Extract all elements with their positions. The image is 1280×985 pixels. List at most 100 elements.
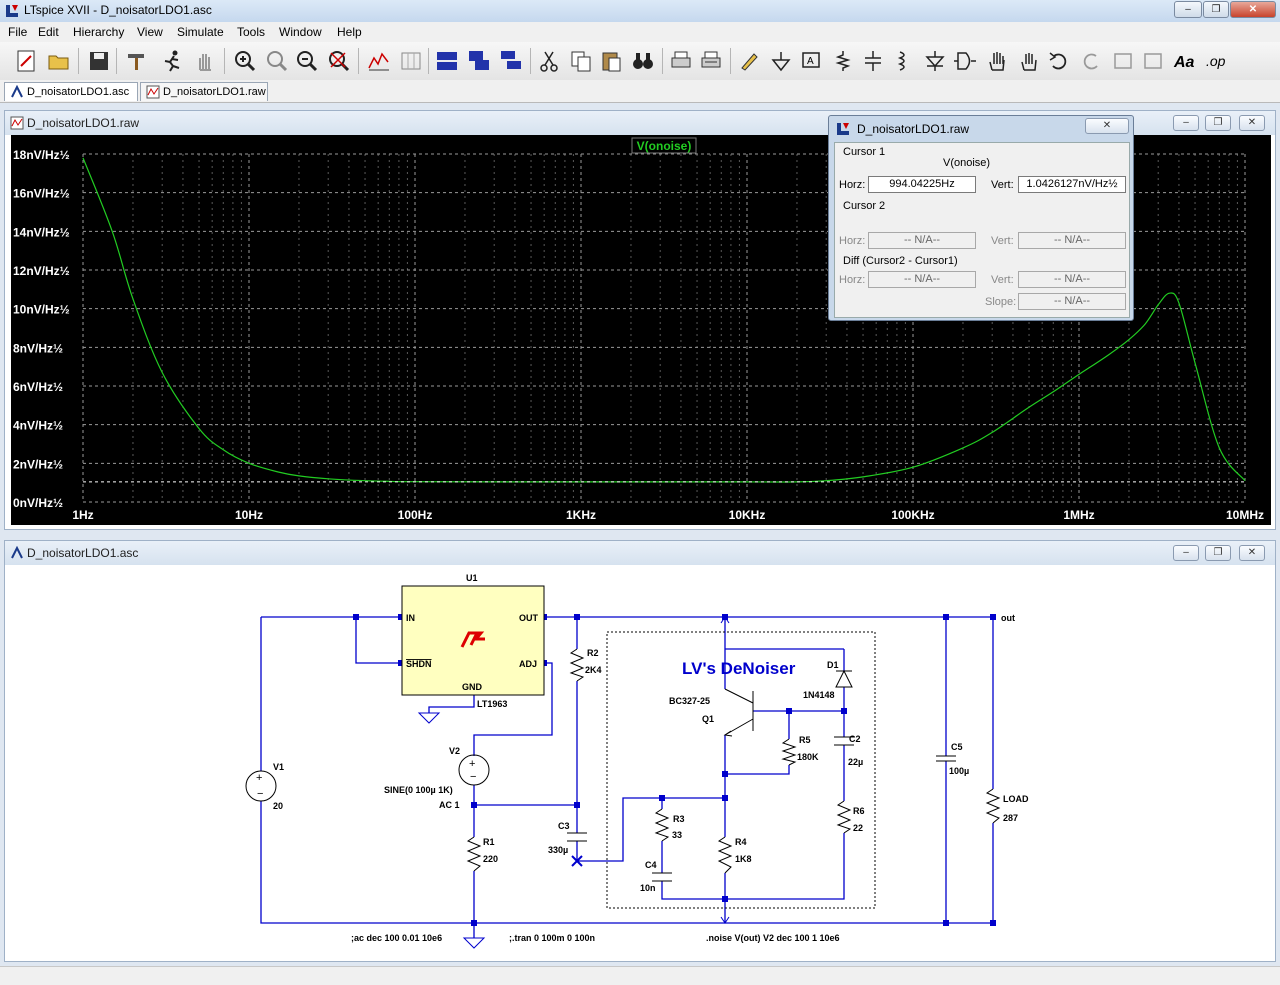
- maximize-button[interactable]: ❐: [1203, 1, 1229, 18]
- spice-directive-icon[interactable]: .op: [1204, 48, 1230, 74]
- svg-text:Aa: Aa: [1173, 54, 1195, 71]
- control-panel-hammer-icon[interactable]: [124, 48, 150, 74]
- net-label-icon[interactable]: A: [798, 48, 824, 74]
- save-icon[interactable]: [86, 48, 112, 74]
- cascade-windows-icon[interactable]: [466, 48, 492, 74]
- cursor1-horz-field[interactable]: 994.04225Hz: [868, 176, 976, 193]
- pan-zoom-icon[interactable]: [264, 48, 290, 74]
- d1-ref: D1: [827, 660, 839, 670]
- c4-value: 10n: [640, 883, 656, 893]
- halt-hand-icon[interactable]: [192, 48, 218, 74]
- waveform-restore-button[interactable]: ❐: [1205, 115, 1231, 131]
- diff-vert-field[interactable]: -- N/A--: [1018, 271, 1126, 288]
- ground-icon[interactable]: [768, 48, 794, 74]
- cursor2-vert-field[interactable]: -- N/A--: [1018, 232, 1126, 249]
- new-schematic-icon[interactable]: [14, 48, 40, 74]
- zoom-in-icon[interactable]: [232, 48, 258, 74]
- resistor-icon[interactable]: [830, 48, 856, 74]
- cursor1-group-label: Cursor 1: [843, 146, 886, 158]
- y-tick-label: 12nV/Hz½: [13, 264, 70, 278]
- draw-wire-pencil-icon[interactable]: [736, 48, 762, 74]
- y-tick-label: 2nV/Hz½: [13, 457, 63, 471]
- menu-simulate[interactable]: Simulate: [177, 25, 224, 39]
- q1-part: BC327-25: [669, 696, 710, 706]
- autorange-icon[interactable]: [366, 48, 392, 74]
- directive-noise[interactable]: .noise V(out) V2 dec 100 1 10e6: [706, 933, 840, 943]
- v2-value-sine: SINE(0 100µ 1K): [384, 785, 453, 795]
- y-tick-label: 18nV/Hz½: [13, 148, 70, 162]
- close-button[interactable]: ✕: [1230, 1, 1276, 18]
- find-binoculars-icon[interactable]: [630, 48, 656, 74]
- move-hand-icon[interactable]: [984, 48, 1010, 74]
- copy-icon[interactable]: [568, 48, 594, 74]
- x-tick-label: 10MHz: [1226, 508, 1264, 522]
- y-tick-label: 4nV/Hz½: [13, 419, 63, 433]
- tile-horizontal-icon[interactable]: [434, 48, 460, 74]
- menu-tools[interactable]: Tools: [237, 25, 265, 39]
- tab-waveform[interactable]: D_noisatorLDO1.raw: [140, 82, 268, 101]
- cursor-dialog-close-button[interactable]: ✕: [1085, 118, 1129, 134]
- directive-ac[interactable]: ;ac dec 100 0.01 10e6: [351, 933, 442, 943]
- waveform-close-button[interactable]: ✕: [1239, 115, 1265, 131]
- cursor-dialog-header: D_noisatorLDO1.raw ✕: [829, 116, 1133, 140]
- cursor1-trace-name: V(onoise): [943, 157, 991, 169]
- drag-hand-icon[interactable]: [1016, 48, 1042, 74]
- diff-slope-field[interactable]: -- N/A--: [1018, 293, 1126, 310]
- waveform-minimize-button[interactable]: –: [1173, 115, 1199, 131]
- mirror-icon[interactable]: [1140, 48, 1166, 74]
- tab-label: D_noisatorLDO1.asc: [27, 86, 130, 98]
- tile-vertical-icon[interactable]: [498, 48, 524, 74]
- print-icon[interactable]: [668, 48, 694, 74]
- undo-icon[interactable]: [1046, 48, 1072, 74]
- cursor1-vert-field[interactable]: 1.0426127nV/Hz½: [1018, 176, 1126, 193]
- schematic-minimize-button[interactable]: –: [1173, 545, 1199, 561]
- tab-label: D_noisatorLDO1.raw: [163, 86, 266, 98]
- menu-help[interactable]: Help: [337, 25, 362, 39]
- r6-value: 22: [853, 823, 863, 833]
- capacitor-icon[interactable]: [860, 48, 886, 74]
- rotate-icon[interactable]: [1110, 48, 1136, 74]
- component-icon[interactable]: [952, 48, 978, 74]
- menu-window[interactable]: Window: [279, 25, 322, 39]
- schematic-window-header: D_noisatorLDO1.asc – ❐ ✕: [5, 541, 1275, 565]
- print-setup-icon[interactable]: [698, 48, 724, 74]
- inductor-icon[interactable]: [890, 48, 916, 74]
- menu-view[interactable]: View: [137, 25, 163, 39]
- y-tick-label: 8nV/Hz½: [13, 341, 63, 355]
- trace-label[interactable]: V(onoise): [637, 139, 692, 153]
- menu-edit[interactable]: Edit: [38, 25, 59, 39]
- c4-ref: C4: [645, 860, 657, 870]
- diff-horz-field[interactable]: -- N/A--: [868, 271, 976, 288]
- zoom-fit-icon[interactable]: [326, 48, 352, 74]
- ltspice-app-icon: [837, 123, 849, 135]
- redo-icon[interactable]: [1078, 48, 1104, 74]
- y-tick-label: 0nV/Hz½: [13, 496, 63, 510]
- waveform-file-icon: [146, 85, 160, 99]
- cursor1-vert-label: Vert:: [991, 179, 1014, 191]
- run-simulation-icon[interactable]: [160, 48, 186, 74]
- text-icon[interactable]: Aa: [1172, 48, 1198, 74]
- y-tick-label: 6nV/Hz½: [13, 380, 63, 394]
- cursor2-horz-field[interactable]: -- N/A--: [868, 232, 976, 249]
- menu-file[interactable]: File: [8, 25, 27, 39]
- cursor1-horz-label: Horz:: [839, 179, 866, 191]
- denoiser-title[interactable]: LV's DeNoiser: [682, 659, 796, 678]
- directive-tran[interactable]: ;.tran 0 100m 0 100n: [509, 933, 595, 943]
- schematic-restore-button[interactable]: ❐: [1205, 545, 1231, 561]
- y-tick-label: 14nV/Hz½: [13, 225, 70, 239]
- tab-schematic[interactable]: D_noisatorLDO1.asc: [4, 82, 138, 101]
- paste-icon[interactable]: [598, 48, 624, 74]
- diode-icon[interactable]: [922, 48, 948, 74]
- schematic-canvas[interactable]: U1 IN OUT SHDN ADJ GND LT1963 + − + − V1…: [11, 565, 1271, 959]
- x-tick-label: 1KHz: [566, 508, 596, 522]
- zoom-out-icon[interactable]: [294, 48, 320, 74]
- minimize-button[interactable]: –: [1174, 1, 1202, 18]
- menu-hierarchy[interactable]: Hierarchy: [73, 25, 124, 39]
- view-grid-icon[interactable]: [398, 48, 424, 74]
- cut-scissors-icon[interactable]: [536, 48, 562, 74]
- u1-pin-shdn: SHDN: [406, 659, 432, 669]
- diff-vert-label: Vert:: [991, 274, 1014, 286]
- open-folder-icon[interactable]: [46, 48, 72, 74]
- schematic-close-button[interactable]: ✕: [1239, 545, 1265, 561]
- u1-part: LT1963: [477, 699, 507, 709]
